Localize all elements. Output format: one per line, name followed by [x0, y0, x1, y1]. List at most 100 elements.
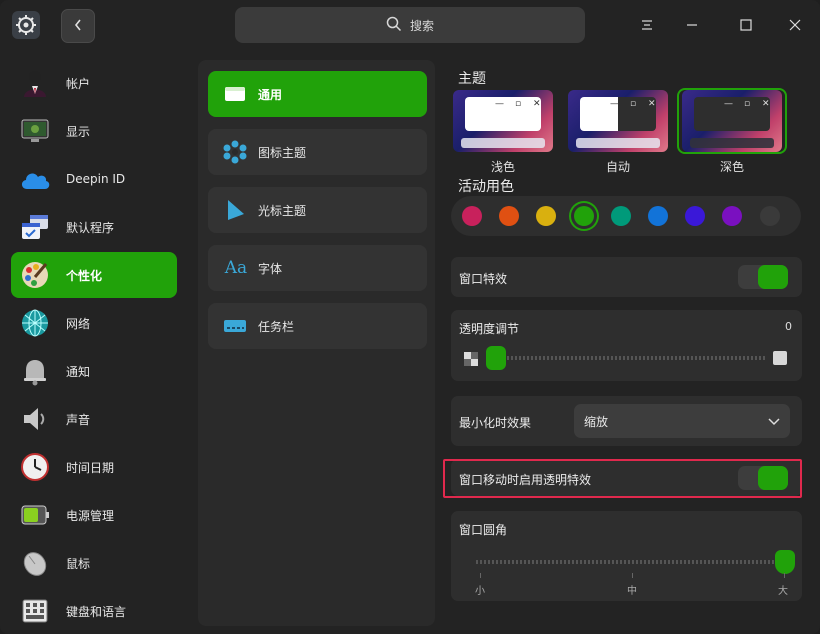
accent-color-swatch[interactable]: [759, 206, 780, 226]
battery-icon: [19, 499, 51, 531]
subnav-item-general[interactable]: 通用: [208, 71, 427, 117]
sidebar-item-label: 键盘和语言: [66, 604, 127, 619]
minimize-effect-row: 最小化时效果 缩放: [451, 396, 802, 446]
transparency-slider-handle[interactable]: [486, 346, 506, 370]
accent-color-swatch[interactable]: [536, 206, 557, 226]
palette-icon: [19, 259, 51, 291]
sidebar-item-label: 时间日期: [66, 460, 115, 475]
window-corner-label: 窗口圆角: [459, 523, 508, 537]
window-effect-row: 窗口特效: [451, 257, 802, 297]
transparency-value: 0: [785, 320, 792, 333]
theme-label-dark: 深色: [719, 160, 744, 174]
settings-panel: 主题 — ▫ ✕ — ▫ ✕ — ▫ ✕ 浅色 自动 深色 活动用色 窗口特效 透明度调节 …: [443, 60, 813, 626]
corner-slider-handle[interactable]: [775, 550, 795, 574]
subnav-item-cursor-theme[interactable]: 光标主题: [208, 187, 427, 233]
accent-color-swatch[interactable]: [462, 206, 482, 226]
accent-color-swatch[interactable]: [722, 206, 743, 226]
theme-label-auto: 自动: [605, 160, 630, 174]
maximize-button[interactable]: [731, 10, 761, 40]
sidebar-item-sound[interactable]: 声音: [11, 396, 177, 442]
sidebar-item-label: 声音: [66, 412, 91, 427]
sidebar-item-label: 网络: [66, 316, 91, 331]
back-button[interactable]: [61, 9, 95, 43]
cursor-theme-icon: [222, 197, 248, 223]
transparency-label: 透明度调节: [459, 322, 520, 336]
sidebar-item-label: 个性化: [66, 268, 103, 283]
bell-icon: [19, 355, 51, 387]
search-placeholder: 搜索: [409, 18, 434, 33]
accent-color-swatch[interactable]: [610, 206, 631, 226]
sidebar-item-datetime[interactable]: 时间日期: [11, 444, 177, 490]
sidebar-item-personalization[interactable]: 个性化: [11, 252, 177, 298]
sidebar-item-accounts[interactable]: 帐户: [11, 60, 177, 106]
accent-color-swatch[interactable]: [499, 206, 520, 226]
subnav-item-icon-theme[interactable]: 图标主题: [208, 129, 427, 175]
menu-button[interactable]: [632, 10, 662, 40]
accent-color-swatch[interactable]: [685, 206, 706, 226]
taskbar-icon: [222, 313, 248, 339]
theme-label-light: 浅色: [490, 160, 515, 174]
sidebar-item-label: 通知: [66, 364, 91, 379]
sidebar-item-label: 默认程序: [66, 220, 115, 235]
mouse-icon: [19, 547, 51, 579]
sidebar-item-deepin-id[interactable]: Deepin ID: [11, 156, 177, 202]
minimize-effect-value: 缩放: [584, 414, 609, 429]
sidebar-item-display[interactable]: 显示: [11, 108, 177, 154]
sidebar: 帐户 显示 Deepin ID 默认程序 个性化 网络 通知 声音 时间日期 电…: [0, 50, 188, 634]
subnav-item-label: 图标主题: [258, 145, 307, 160]
sidebar-item-label: Deepin ID: [66, 172, 126, 186]
user-avatar-icon: [19, 67, 51, 99]
transparency-high-icon: [773, 351, 787, 365]
icon-theme-icon: [222, 139, 248, 165]
theme-selected-outline: [677, 88, 787, 154]
sidebar-item-power[interactable]: 电源管理: [11, 492, 177, 538]
corner-tick-large: 大: [778, 586, 788, 597]
subnav-item-font[interactable]: Aa 字体: [208, 245, 427, 291]
chevron-left-icon: [73, 17, 83, 36]
minimize-effect-label: 最小化时效果: [459, 416, 532, 430]
speaker-icon: [19, 403, 51, 435]
title-bar: 搜索: [0, 0, 820, 50]
search-icon: [386, 16, 402, 35]
highlight-box: [443, 459, 802, 498]
sidebar-item-label: 电源管理: [66, 508, 115, 523]
accent-color-swatch[interactable]: [573, 206, 594, 226]
sidebar-item-label: 显示: [66, 124, 91, 139]
keyboard-icon: [19, 595, 51, 627]
close-icon: [789, 16, 801, 35]
sub-navigation: 通用 图标主题 光标主题 Aa 字体 任务栏: [198, 60, 435, 626]
transparency-slider-track[interactable]: [495, 356, 765, 360]
close-button[interactable]: [780, 10, 810, 40]
sidebar-item-label: 帐户: [66, 76, 91, 91]
sidebar-item-default-apps[interactable]: 默认程序: [11, 204, 177, 250]
monitor-icon: [19, 115, 51, 147]
subnav-item-label: 通用: [258, 87, 283, 102]
minimize-icon: [686, 16, 698, 35]
settings-window: 搜索 帐户 显示 Deepin ID 默认程序 个性化 网络 通知 声音 时间日…: [0, 0, 820, 634]
sidebar-item-network[interactable]: 网络: [11, 300, 177, 346]
search-input[interactable]: 搜索: [235, 7, 585, 43]
accent-section-title: 活动用色: [458, 179, 514, 195]
default-apps-icon: [19, 211, 51, 243]
clock-icon: [19, 451, 51, 483]
corner-slider-track[interactable]: [476, 560, 781, 564]
cloud-icon: [19, 163, 51, 195]
corner-tick-small: 小: [475, 586, 485, 597]
subnav-item-taskbar[interactable]: 任务栏: [208, 303, 427, 349]
theme-option-auto[interactable]: — ▫ ✕: [568, 90, 668, 152]
minimize-button[interactable]: [677, 10, 707, 40]
accent-color-swatch[interactable]: [648, 206, 668, 226]
sidebar-item-label: 鼠标: [66, 556, 91, 571]
sidebar-item-notifications[interactable]: 通知: [11, 348, 177, 394]
maximize-icon: [740, 16, 752, 35]
chevron-down-icon: [768, 415, 780, 429]
corner-tick-medium: 中: [627, 586, 637, 597]
accent-color-picker: [451, 196, 801, 236]
sidebar-item-mouse[interactable]: 鼠标: [11, 540, 177, 586]
subnav-item-label: 任务栏: [258, 319, 295, 334]
subnav-item-label: 光标主题: [258, 203, 307, 218]
minimize-effect-select[interactable]: 缩放: [574, 404, 790, 438]
sidebar-item-keyboard[interactable]: 键盘和语言: [11, 588, 177, 634]
window-effect-toggle[interactable]: [738, 265, 788, 289]
theme-option-light[interactable]: — ▫ ✕: [453, 90, 553, 152]
